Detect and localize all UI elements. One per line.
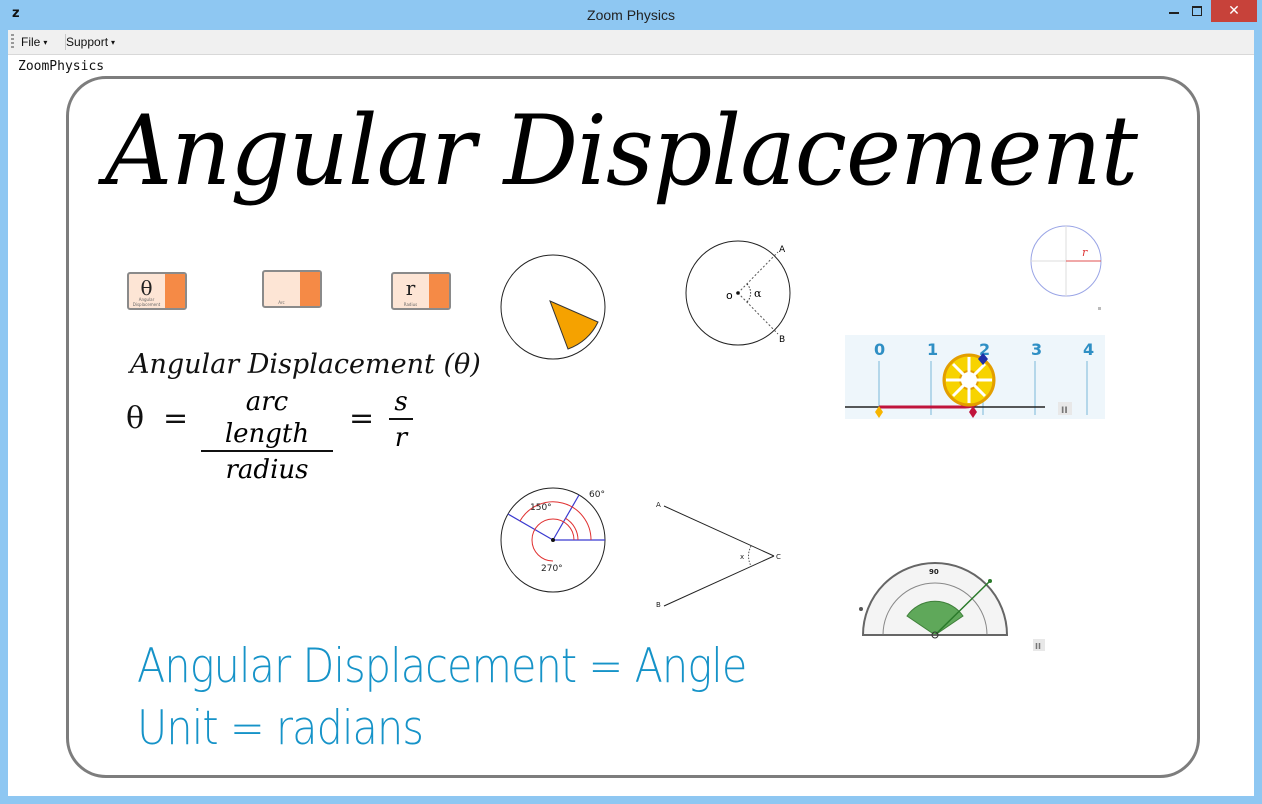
fraction-numerator: arc length [224,387,310,449]
pause-icon: II [1061,406,1068,416]
ruler-tick-4: 4 [1083,340,1094,359]
angle-x-label: x [740,553,744,561]
fraction-denominator: r [389,418,413,454]
angle-arc [746,283,752,303]
chevron-down-icon: ▾ [111,38,116,47]
radius-label: r [1082,246,1088,259]
tile-swatch [429,274,449,308]
protractor-animation[interactable]: 90 II [855,543,1050,651]
support-menu[interactable]: Support ▾ [66,35,115,49]
formula-equals-1: = [163,401,189,436]
content-area: ZoomPhysics Angular Displacement θ Angul… [8,55,1254,796]
center-dot [551,538,555,542]
radius-circle-diagram[interactable]: r [1030,225,1110,315]
fraction-s-over-r: s r [389,386,413,454]
arc-tile[interactable]: Arc [262,270,322,308]
line-bc [663,555,775,607]
angle-270-label: 270° [541,564,563,574]
tile-caption: Angular Displacement [132,297,161,307]
alpha-label: α [754,287,762,300]
file-menu[interactable]: File ▾ [21,35,47,49]
point-a-label: A [656,501,661,509]
ruler-tick-3: 3 [1031,340,1042,359]
pause-icon: II [1035,642,1041,651]
control-dot[interactable] [1098,307,1101,310]
slide-title: Angular Displacement [105,95,1138,207]
point-c-label: C [776,553,781,561]
window-title: Zoom Physics [587,7,675,23]
formula-equals-2: = [349,401,375,436]
slide-board: Angular Displacement θ Angular Displacem… [66,76,1200,778]
tile-caption: Radius [403,302,418,307]
line-ac [663,505,775,557]
chevron-down-icon: ▾ [43,38,48,47]
fraction-arc-over-radius: arc length radius [201,386,333,486]
ray-150 [507,513,554,541]
arm-handle-left[interactable] [859,607,863,611]
support-menu-label: Support [66,35,109,49]
angular-displacement-tile[interactable]: θ Angular Displacement [127,272,187,310]
app-name-label: ZoomPhysics [18,59,105,74]
point-a-label: A [779,245,786,255]
tile-symbol: r [405,276,416,300]
handwriting-line-2: Unit = radians [137,701,424,756]
point-b-label: B [656,601,661,609]
protractor-90-label: 90 [929,568,939,576]
menu-bar: File ▾ Support ▾ [8,30,1254,55]
toolbar-grip[interactable] [11,34,14,50]
rolling-wheel-animation[interactable]: 0 1 2 3 4 II [845,335,1107,425]
ruler-tick-1: 1 [927,340,938,359]
arc-60 [565,517,579,541]
angle-60-label: 60° [589,490,605,500]
sector-circle-diagram[interactable] [498,252,608,362]
center-dot [736,291,740,295]
title-bar: z Zoom Physics ✕ [0,0,1262,30]
maximize-button[interactable] [1185,0,1211,22]
angle-alpha-circle[interactable]: A B o α [683,238,803,353]
tile-swatch [300,272,320,306]
radius-tile[interactable]: r Radius [391,272,451,310]
close-button[interactable]: ✕ [1211,0,1257,22]
fraction-denominator: radius [201,450,333,486]
tile-swatch [165,274,185,308]
center-label: o [726,289,733,302]
handwriting-line-1: Angular Displacement = Angle [137,639,747,694]
formula-theta: θ [126,401,145,436]
file-menu-label: File [21,35,41,49]
tile-caption: Arc [278,300,285,305]
v-angle-diagram[interactable]: A B C x [656,501,786,613]
degree-angles-diagram[interactable]: 150° 60° 270° [498,485,610,595]
point-b-label: B [779,335,785,345]
fraction-numerator: s [394,387,408,417]
angle-arc [748,545,752,567]
arm-handle[interactable] [988,579,992,583]
formula-title: Angular Displacement (θ) [130,349,481,380]
angle-150-label: 150° [530,503,552,513]
ruler-tick-0: 0 [874,340,885,359]
